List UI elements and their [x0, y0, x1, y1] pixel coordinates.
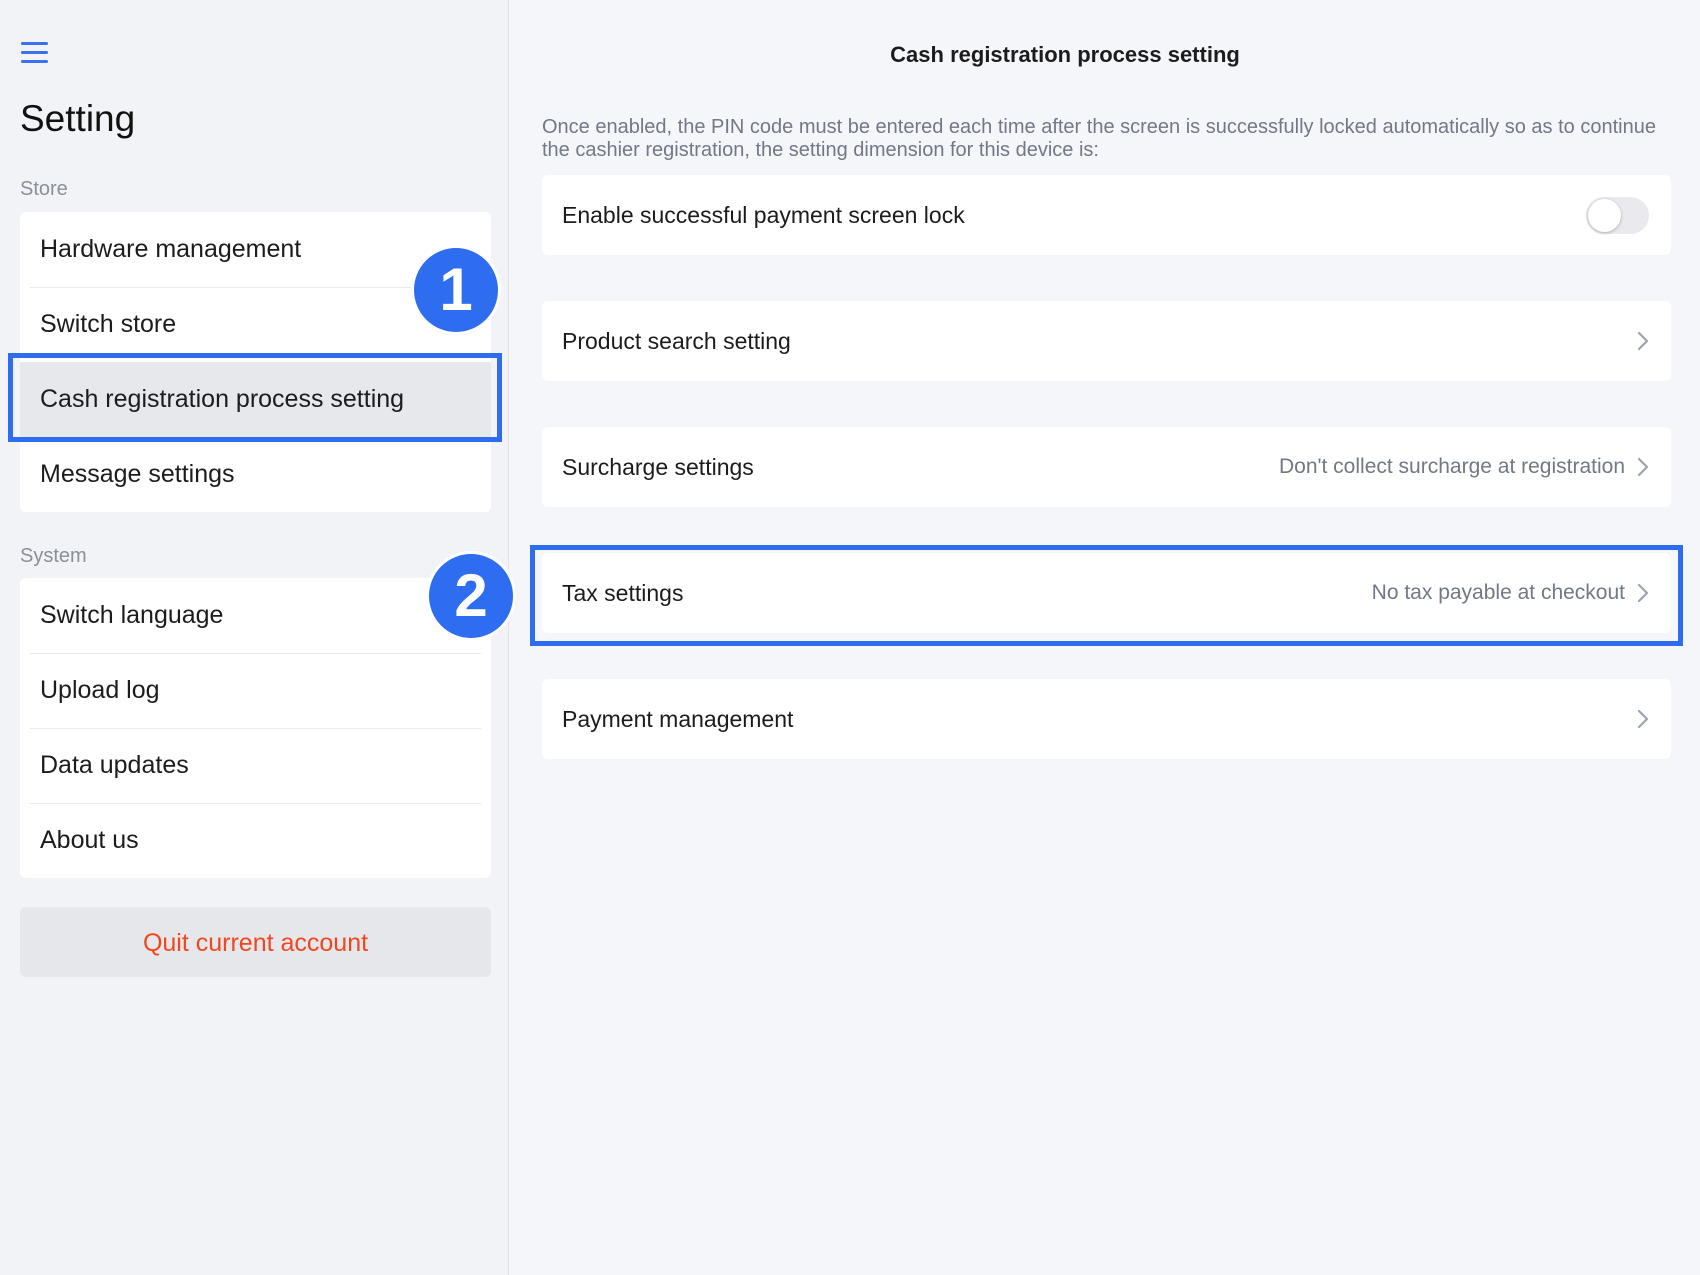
screen-lock-description: Once enabled, the PIN code must be enter… [542, 116, 1656, 161]
payment-label: Payment management [562, 705, 794, 732]
sidebar-item-about-us[interactable]: About us [20, 803, 491, 878]
screen-lock-label: Enable successful payment screen lock [562, 201, 965, 228]
step-badge-2: 2 [426, 551, 516, 641]
sidebar: Setting Store Hardware management Switch… [0, 0, 509, 1275]
sidebar-item-cash-registration-process-setting[interactable]: Cash registration process setting [20, 362, 491, 437]
page-title: Cash registration process setting [890, 42, 1240, 67]
section-label-system: System [20, 545, 87, 567]
chevron-right-icon [1637, 457, 1649, 477]
product-search-setting-row[interactable]: Product search setting [542, 301, 1671, 381]
chevron-right-icon [1637, 331, 1649, 351]
chevron-right-icon [1637, 583, 1649, 603]
product-search-label: Product search setting [562, 327, 791, 354]
step-badge-1: 1 [411, 245, 501, 335]
sidebar-item-upload-log[interactable]: Upload log [20, 653, 491, 728]
store-menu-card: Hardware management Switch store Cash re… [20, 212, 491, 512]
app-window: Setting Store Hardware management Switch… [0, 0, 1700, 1275]
tax-value: No tax payable at checkout [1371, 581, 1625, 604]
section-label-store: Store [20, 178, 68, 200]
sidebar-item-message-settings[interactable]: Message settings [20, 437, 491, 512]
chevron-right-icon [1637, 709, 1649, 729]
row-right [1637, 331, 1649, 351]
screen-lock-row: Enable successful payment screen lock [542, 175, 1671, 255]
tax-settings-row[interactable]: Tax settings No tax payable at checkout [542, 553, 1671, 633]
quit-current-account-button[interactable]: Quit current account [20, 907, 491, 977]
hamburger-menu-icon[interactable] [21, 42, 48, 64]
surcharge-settings-row[interactable]: Surcharge settings Don't collect surchar… [542, 427, 1671, 507]
surcharge-label: Surcharge settings [562, 453, 754, 480]
row-right: No tax payable at checkout [1372, 581, 1649, 605]
row-right [1637, 709, 1649, 729]
main-panel: Cash registration process setting Once e… [510, 0, 1700, 1275]
surcharge-value: Don't collect surcharge at registration [1278, 455, 1625, 478]
tax-label: Tax settings [562, 579, 684, 606]
payment-management-row[interactable]: Payment management [542, 679, 1671, 759]
sidebar-item-switch-language[interactable]: Switch language [20, 578, 491, 653]
row-right: Don't collect surcharge at registration [1279, 455, 1649, 479]
sidebar-item-data-updates[interactable]: Data updates [20, 728, 491, 803]
system-menu-card: Switch language Upload log Data updates … [20, 578, 491, 878]
screen-lock-toggle[interactable] [1586, 196, 1649, 234]
toggle-knob [1588, 198, 1621, 232]
sidebar-title: Setting [20, 98, 136, 139]
